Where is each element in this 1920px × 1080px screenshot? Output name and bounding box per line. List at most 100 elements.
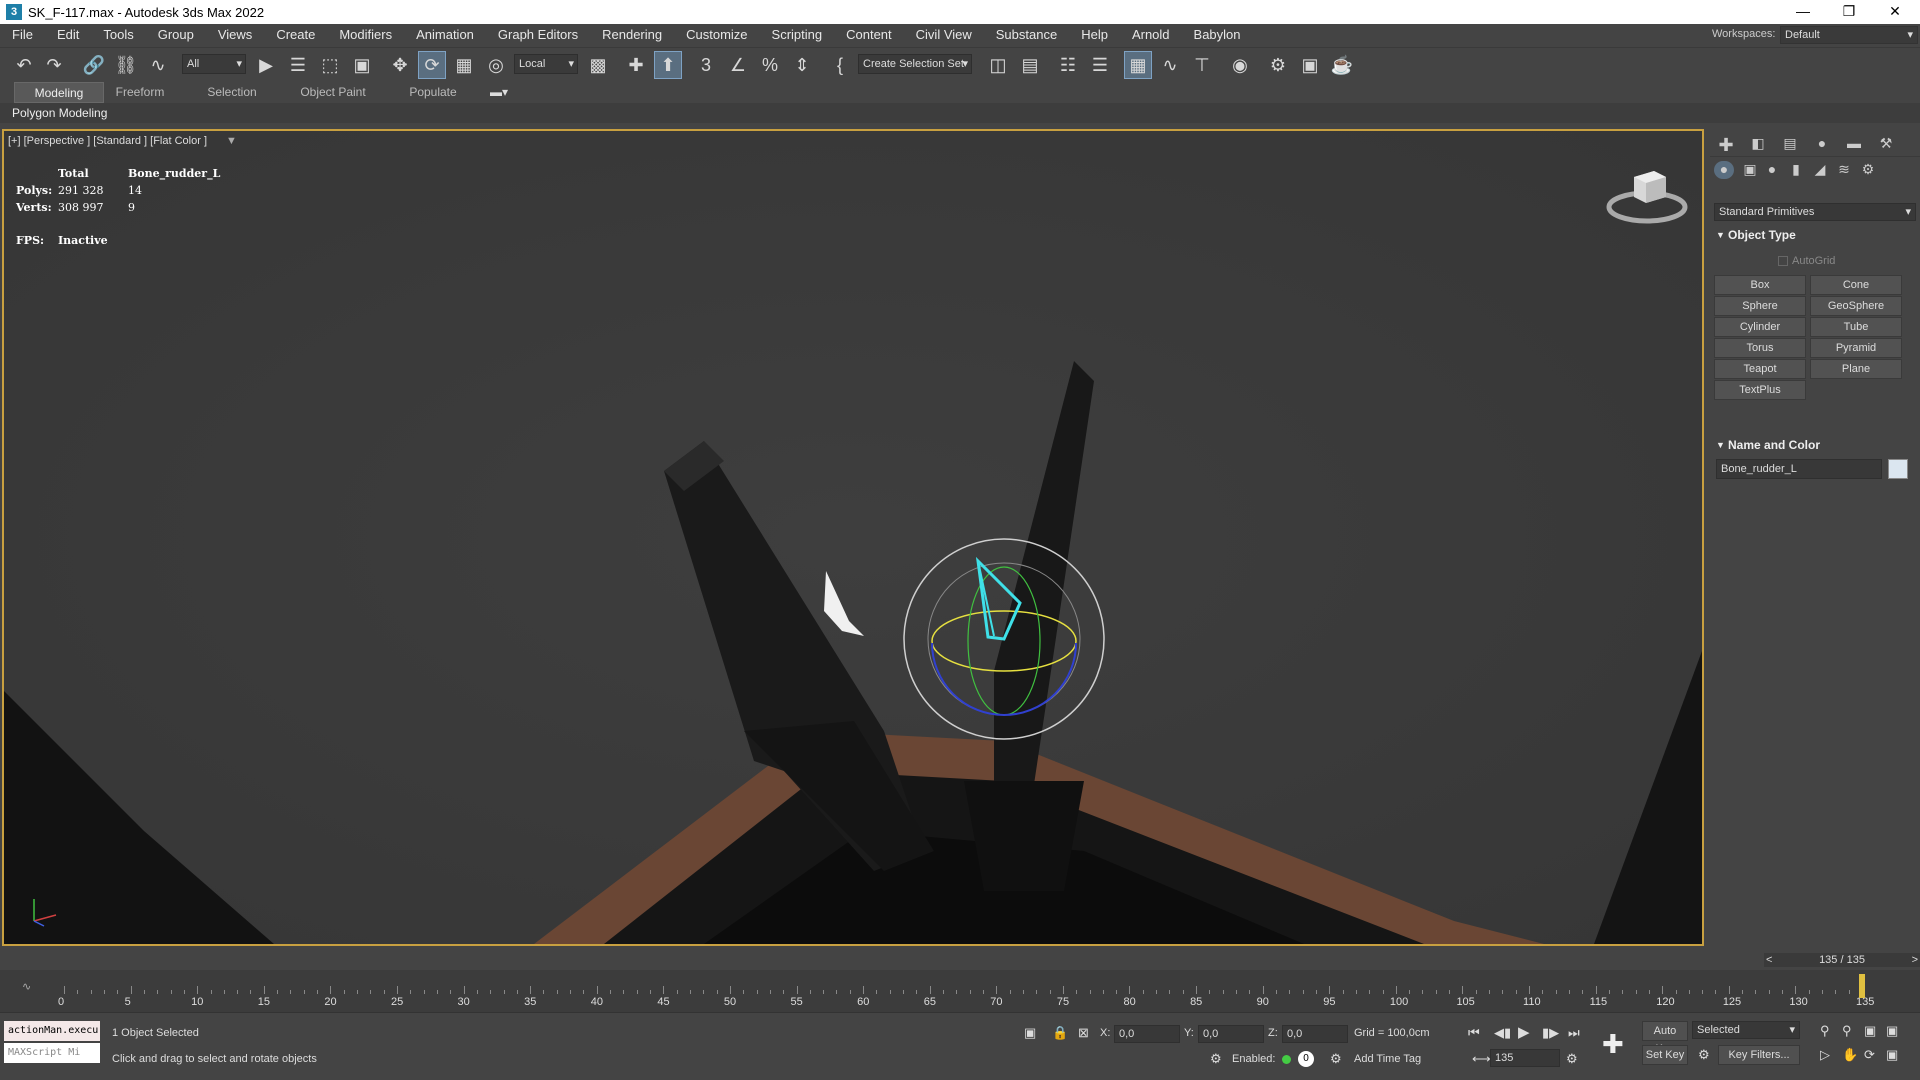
adaptive-degradation-icon[interactable]: ⚙	[1210, 1051, 1222, 1067]
menu-scripting[interactable]: Scripting	[760, 24, 835, 46]
key-mode-dropdown[interactable]: Selected ▾	[1692, 1021, 1800, 1039]
close-button[interactable]: ✕	[1872, 0, 1918, 24]
tab-modeling[interactable]: Modeling	[14, 82, 104, 103]
menu-customize[interactable]: Customize	[674, 24, 759, 46]
mirror-icon[interactable]: ◫	[984, 51, 1012, 79]
menu-civil-view[interactable]: Civil View	[904, 24, 984, 46]
redo-icon[interactable]: ↷	[40, 51, 68, 79]
maximize-viewport-icon[interactable]: ▣	[1886, 1047, 1898, 1063]
menu-substance[interactable]: Substance	[984, 24, 1069, 46]
select-rotate-icon[interactable]: ⟳	[418, 51, 446, 79]
object-category-dropdown[interactable]: Standard Primitives ▾	[1714, 203, 1916, 221]
add-time-tag[interactable]: Add Time Tag	[1354, 1053, 1421, 1065]
set-key-button[interactable]: Set Key	[1642, 1045, 1688, 1065]
link-icon[interactable]: 🔗	[80, 51, 108, 79]
space-warps-icon[interactable]: ≋	[1834, 161, 1854, 179]
undo-icon[interactable]: ↶	[10, 51, 38, 79]
select-object-icon[interactable]: ▶	[252, 51, 280, 79]
ribbon-options-icon[interactable]: ▬▾	[484, 82, 514, 103]
unlink-icon[interactable]: ⛓	[112, 51, 140, 79]
tab-selection[interactable]: Selection	[196, 82, 268, 103]
go-to-end-icon[interactable]: ⏭	[1568, 1025, 1580, 1041]
tab-populate[interactable]: Populate	[396, 82, 470, 103]
named-selection-sets-dropdown[interactable]: Create Selection Set ▾	[858, 54, 972, 74]
window-crossing-icon[interactable]: ▣	[348, 51, 376, 79]
utilities-tab-icon[interactable]: ⚒	[1876, 135, 1896, 153]
object-type-rollout[interactable]: ▼ Object Type	[1714, 225, 1916, 245]
render-setup-icon[interactable]: ⚙	[1264, 51, 1292, 79]
polygon-modeling-panel[interactable]: Polygon Modeling	[12, 103, 107, 123]
primitive-box-button[interactable]: Box	[1714, 275, 1806, 295]
viewcube[interactable]	[1604, 163, 1690, 227]
menu-tools[interactable]: Tools	[91, 24, 145, 46]
layer-explorer-icon[interactable]: ☰	[1086, 51, 1114, 79]
autogrid-checkbox[interactable]: AutoGrid	[1778, 255, 1835, 267]
key-filters-button[interactable]: Key Filters...	[1718, 1045, 1800, 1065]
absolute-mode-icon[interactable]: ⊠	[1078, 1025, 1089, 1041]
play-icon[interactable]: ▶	[1518, 1023, 1530, 1041]
primitive-geosphere-button[interactable]: GeoSphere	[1810, 296, 1902, 316]
menu-edit[interactable]: Edit	[45, 24, 91, 46]
percent-snap-icon[interactable]: %	[756, 51, 784, 79]
primitive-plane-button[interactable]: Plane	[1810, 359, 1902, 379]
next-frame-icon[interactable]: ▮▶	[1542, 1025, 1559, 1041]
time-configuration-icon[interactable]: ⚙	[1566, 1051, 1578, 1067]
menu-help[interactable]: Help	[1069, 24, 1120, 46]
shapes-icon[interactable]: ▣	[1740, 161, 1760, 179]
render-production-icon[interactable]: ☕	[1328, 51, 1356, 79]
schematic-view-icon[interactable]: ⊤	[1188, 51, 1216, 79]
menu-graph-editors[interactable]: Graph Editors	[486, 24, 590, 46]
previous-frame-icon[interactable]: ◀▮	[1494, 1025, 1511, 1041]
viewport-label[interactable]: [+] [Perspective ] [Standard ] [Flat Col…	[8, 135, 207, 147]
selection-filter-dropdown[interactable]: All ▾	[182, 54, 246, 74]
pan-view-icon[interactable]: ✋	[1842, 1047, 1858, 1063]
cameras-icon[interactable]: ▮	[1786, 161, 1806, 179]
hierarchy-tab-icon[interactable]: ▤	[1780, 135, 1800, 153]
set-key-big-icon[interactable]: ✚	[1602, 1029, 1624, 1060]
helpers-icon[interactable]: ◢	[1810, 161, 1830, 179]
primitive-teapot-button[interactable]: Teapot	[1714, 359, 1806, 379]
prev-frame-arrow-icon[interactable]: <	[1766, 953, 1772, 967]
material-editor-icon[interactable]: ◉	[1226, 51, 1254, 79]
maxscript-listener[interactable]: actionMan.execu	[4, 1021, 100, 1041]
primitive-cone-button[interactable]: Cone	[1810, 275, 1902, 295]
keyboard-shortcut-override-icon[interactable]: ⬆	[654, 51, 682, 79]
menu-content[interactable]: Content	[834, 24, 904, 46]
time-tag-icon[interactable]: 0	[1298, 1051, 1314, 1067]
select-by-name-icon[interactable]: ☰	[284, 51, 312, 79]
primitive-sphere-button[interactable]: Sphere	[1714, 296, 1806, 316]
snaps-toggle-icon[interactable]: 3	[692, 51, 720, 79]
menu-babylon[interactable]: Babylon	[1182, 24, 1253, 46]
lock-icon[interactable]: 🔒	[1052, 1025, 1068, 1041]
track-bar[interactable]: ∿ 0 5 10 15 20 25 30 35 40 45 50 55 60 65 70 75 80 85 90 95…	[0, 970, 1920, 1012]
zoom-extents-all-icon[interactable]: ▣	[1886, 1023, 1898, 1039]
systems-icon[interactable]: ⚙	[1858, 161, 1878, 179]
y-coordinate-field[interactable]: 0,0	[1198, 1025, 1264, 1043]
geometry-icon[interactable]: ●	[1714, 161, 1734, 179]
menu-modifiers[interactable]: Modifiers	[327, 24, 404, 46]
select-move-icon[interactable]: ✥	[386, 51, 414, 79]
spinner-snap-icon[interactable]: ⇕	[788, 51, 816, 79]
time-config-icon[interactable]: ⟷	[1472, 1051, 1491, 1067]
tab-object-paint[interactable]: Object Paint	[290, 82, 376, 103]
perspective-viewport[interactable]: [+] [Perspective ] [Standard ] [Flat Col…	[2, 129, 1704, 946]
name-and-color-rollout[interactable]: ▼ Name and Color	[1714, 435, 1916, 455]
menu-views[interactable]: Views	[206, 24, 264, 46]
menu-create[interactable]: Create	[264, 24, 327, 46]
select-manipulate-icon[interactable]: ✚	[622, 51, 650, 79]
curve-editor-mini-icon[interactable]: ∿	[22, 980, 31, 993]
select-place-icon[interactable]: ◎	[482, 51, 510, 79]
primitive-pyramid-button[interactable]: Pyramid	[1810, 338, 1902, 358]
minimize-button[interactable]: —	[1780, 0, 1826, 24]
next-frame-arrow-icon[interactable]: >	[1912, 953, 1918, 967]
menu-file[interactable]: File	[0, 24, 45, 46]
lights-icon[interactable]: ●	[1762, 161, 1782, 179]
time-slider[interactable]: < 135 / 135 >	[1764, 953, 1920, 967]
isolate-selection-icon[interactable]: ▣	[1024, 1025, 1036, 1041]
maxscript-mini-listener[interactable]: MAXScript Mi	[4, 1043, 100, 1063]
time-tag-settings-icon[interactable]: ⚙	[1330, 1051, 1342, 1067]
zoom-extents-icon[interactable]: ▣	[1864, 1023, 1876, 1039]
orbit-icon[interactable]: ⟳	[1864, 1047, 1875, 1063]
curve-editor-icon[interactable]: ∿	[1156, 51, 1184, 79]
go-to-start-icon[interactable]: ⏮	[1468, 1025, 1480, 1041]
